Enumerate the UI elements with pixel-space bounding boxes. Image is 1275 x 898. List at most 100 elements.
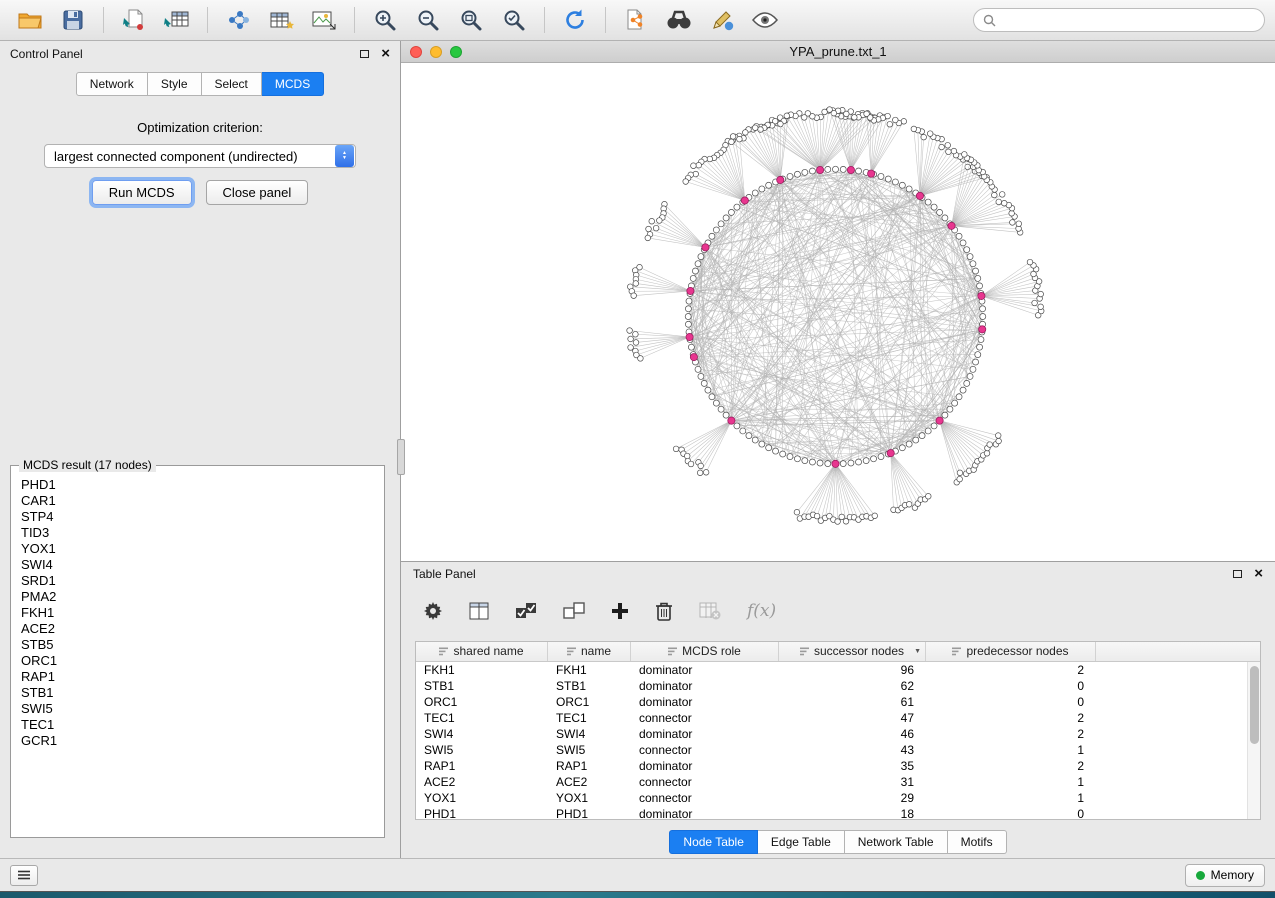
table-row-phd1[interactable]: PHD1PHD1dominator180 [416,806,1260,820]
table-row-stb1[interactable]: STB1STB1dominator620 [416,678,1260,694]
panel-splitter[interactable] [397,439,405,475]
tab-node-table[interactable]: Node Table [669,830,758,854]
network-window-titlebar[interactable]: YPA_prune.txt_1 [401,41,1275,63]
search-box[interactable] [973,8,1265,32]
memory-button[interactable]: Memory [1185,864,1265,887]
mcds-result-node[interactable]: TID3 [21,525,384,541]
mcds-result-node[interactable]: SWI4 [21,557,384,573]
task-list-icon [17,870,31,880]
mcds-result-node[interactable]: GCR1 [21,733,384,749]
table-row-tec1[interactable]: TEC1TEC1connector472 [416,710,1260,726]
new-table-button[interactable] [261,3,301,37]
mcds-result-node[interactable]: ORC1 [21,653,384,669]
search-input[interactable] [1002,13,1255,27]
criterion-dropdown[interactable]: largest connected component (undirected)… [44,144,356,168]
tab-style[interactable]: Style [148,72,202,96]
column-sort-icon [567,647,576,656]
zoom-in-button[interactable] [365,3,405,37]
new-network-icon [226,8,250,32]
table-row-fkh1[interactable]: FKH1FKH1dominator962 [416,662,1260,678]
table-row-orc1[interactable]: ORC1ORC1dominator610 [416,694,1260,710]
zoom-in-icon [373,8,397,32]
mcds-result-node[interactable]: YOX1 [21,541,384,557]
select-all-columns-button[interactable] [515,596,537,626]
maximize-window-icon[interactable] [450,46,462,58]
tab-motifs[interactable]: Motifs [948,830,1007,854]
tab-network[interactable]: Network [76,72,148,96]
import-network-file-button[interactable] [114,3,154,37]
table-row-yox1[interactable]: YOX1YOX1connector291 [416,790,1260,806]
column-sort-icon [668,647,677,656]
mcds-result-node[interactable]: ACE2 [21,621,384,637]
main-toolbar [0,0,1275,41]
zoom-out-button[interactable] [408,3,448,37]
control-panel-tabs: NetworkStyleSelectMCDS [0,72,400,96]
mcds-result-node[interactable]: PHD1 [21,477,384,493]
table-panel-tabs: Node TableEdge TableNetwork TableMotifs [401,826,1275,858]
close-panel-icon[interactable]: × [381,49,390,59]
tab-edge-table[interactable]: Edge Table [758,830,845,854]
export-image-button[interactable] [304,3,344,37]
mcds-result-node[interactable]: RAP1 [21,669,384,685]
mcds-result-node[interactable]: PMA2 [21,589,384,605]
column-sort-icon [952,647,961,656]
add-column-button[interactable] [611,596,629,626]
mcds-result-box: MCDS result (17 nodes) PHD1CAR1STP4TID3Y… [10,465,385,838]
show-hide-icon [752,11,778,29]
show-columns-icon [469,602,489,620]
new-network-button[interactable] [218,3,258,37]
mcds-result-node[interactable]: STB1 [21,685,384,701]
apply-style-button[interactable] [702,3,742,37]
mcds-result-node[interactable]: TEC1 [21,717,384,733]
table-mode-button[interactable] [423,596,443,626]
table-scrollbar-thumb[interactable] [1250,666,1259,744]
column-header-shared-name[interactable]: shared name [416,642,548,661]
tab-select[interactable]: Select [202,72,262,96]
float-table-panel-icon[interactable] [1233,570,1242,578]
control-panel-title: Control Panel [10,47,83,61]
run-mcds-button[interactable]: Run MCDS [92,180,192,205]
column-header-predecessor-nodes[interactable]: predecessor nodes [926,642,1096,661]
tab-mcds[interactable]: MCDS [262,72,324,96]
table-scrollbar[interactable] [1247,662,1260,819]
table-row-ace2[interactable]: ACE2ACE2connector311 [416,774,1260,790]
task-history-button[interactable] [10,865,38,886]
show-columns-button[interactable] [469,596,489,626]
open-file-button[interactable] [10,3,50,37]
delete-columns-button[interactable] [655,596,673,626]
mcds-result-node[interactable]: CAR1 [21,493,384,509]
close-window-icon[interactable] [410,46,422,58]
mcds-result-node[interactable]: STB5 [21,637,384,653]
save-button[interactable] [53,3,93,37]
table-row-rap1[interactable]: RAP1RAP1dominator352 [416,758,1260,774]
refresh-layout-button[interactable] [555,3,595,37]
deselect-all-columns-button[interactable] [563,596,585,626]
table-row-swi5[interactable]: SWI5SWI5connector431 [416,742,1260,758]
zoom-fit-button[interactable] [451,3,491,37]
find-button[interactable] [659,3,699,37]
show-hide-button[interactable] [745,3,785,37]
mcds-result-node[interactable]: SWI5 [21,701,384,717]
status-bar: Memory [0,858,1275,891]
mcds-result-node[interactable]: SRD1 [21,573,384,589]
zoom-selected-button[interactable] [494,3,534,37]
apply-style-icon [710,8,734,32]
close-table-panel-icon[interactable]: × [1254,569,1263,579]
deselect-all-columns-icon [563,601,585,621]
column-header-name[interactable]: name [548,642,631,661]
import-table-file-button[interactable] [157,3,197,37]
delete-table-button[interactable] [699,596,721,626]
mcds-result-node[interactable]: STP4 [21,509,384,525]
network-canvas[interactable] [401,63,1275,561]
function-builder-button[interactable]: f(x) [747,596,776,626]
copy-network-button[interactable] [616,3,656,37]
column-header-mcds-role[interactable]: MCDS role [631,642,779,661]
float-panel-icon[interactable] [360,50,369,58]
mcds-result-node[interactable]: FKH1 [21,605,384,621]
toolbar-separator [544,7,545,33]
table-row-swi4[interactable]: SWI4SWI4dominator462 [416,726,1260,742]
column-header-successor-nodes[interactable]: successor nodes▼ [779,642,926,661]
close-panel-button[interactable]: Close panel [206,180,309,205]
tab-network-table[interactable]: Network Table [845,830,948,854]
minimize-window-icon[interactable] [430,46,442,58]
